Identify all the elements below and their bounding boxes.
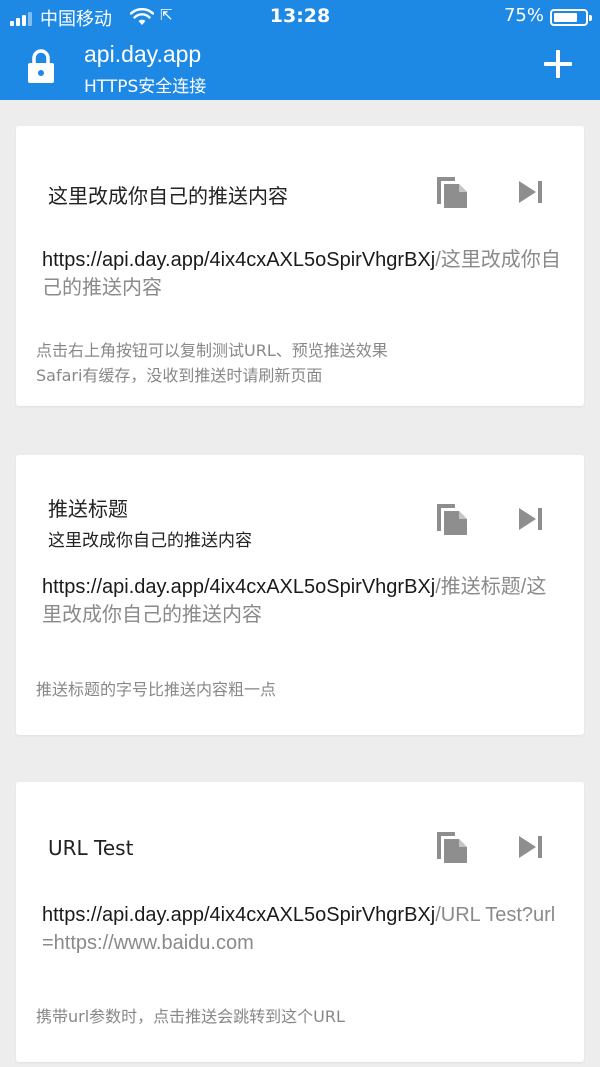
status-bar: 中国移动 ⇱ 13:28 75% — [0, 0, 600, 34]
card-hint: 点击右上角按钮可以复制测试URL、预览推送效果 Safari有缓存，没收到推送时… — [36, 338, 566, 388]
push-card: URL Test https://api.day.app/4ix4cxAXL5o… — [16, 782, 584, 1062]
add-icon[interactable] — [544, 50, 572, 78]
play-next-icon[interactable] — [518, 180, 544, 204]
copy-icon[interactable] — [434, 501, 470, 537]
card-hint: 携带url参数时，点击推送会跳转到这个URL — [36, 1007, 345, 1026]
copy-icon[interactable] — [434, 174, 470, 210]
hint-line: Safari有缓存，没收到推送时请刷新页面 — [36, 366, 323, 385]
battery-percent: 75% — [503, 5, 544, 26]
play-next-icon[interactable] — [518, 507, 544, 531]
card-actions — [434, 174, 544, 210]
card-hint: 推送标题的字号比推送内容粗一点 — [36, 680, 277, 699]
card-title: URL Test — [48, 836, 134, 860]
card-actions — [434, 501, 544, 537]
card-title: 这里改成你自己的推送内容 — [48, 184, 288, 208]
play-next-icon[interactable] — [518, 835, 544, 859]
push-url[interactable]: https://api.day.app/4ix4cxAXL5oSpirVhgrB… — [42, 246, 562, 302]
push-card: 这里改成你自己的推送内容 https://api.day.app/4ix4cxA… — [16, 126, 584, 406]
app-header: 中国移动 ⇱ 13:28 75% api.day.app HTTPS安全连接 — [0, 0, 600, 100]
battery-icon — [550, 9, 592, 26]
card-actions — [434, 829, 544, 865]
push-url[interactable]: https://api.day.app/4ix4cxAXL5oSpirVhgrB… — [42, 573, 562, 629]
card-title: 推送标题 — [48, 497, 128, 521]
url-base: https://api.day.app/4ix4cxAXL5oSpirVhgrB… — [42, 904, 436, 926]
security-label: HTTPS安全连接 — [84, 77, 207, 97]
hint-line: 点击右上角按钮可以复制测试URL、预览推送效果 — [36, 341, 388, 360]
copy-icon[interactable] — [434, 829, 470, 865]
push-card: 推送标题 这里改成你自己的推送内容 https://api.day.app/4i… — [16, 455, 584, 735]
url-base: https://api.day.app/4ix4cxAXL5oSpirVhgrB… — [42, 249, 436, 271]
push-url[interactable]: https://api.day.app/4ix4cxAXL5oSpirVhgrB… — [42, 901, 562, 957]
url-base: https://api.day.app/4ix4cxAXL5oSpirVhgrB… — [42, 576, 436, 598]
site-address: api.day.app — [84, 41, 202, 67]
lock-icon — [28, 49, 54, 83]
card-subtitle: 这里改成你自己的推送内容 — [48, 531, 252, 551]
